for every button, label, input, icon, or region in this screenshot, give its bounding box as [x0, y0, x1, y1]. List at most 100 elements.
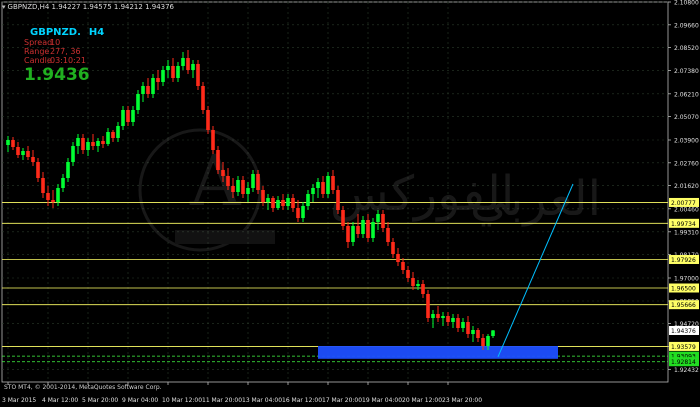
- candle-body: [131, 110, 135, 122]
- price-tick-label: 1.99310: [674, 229, 699, 236]
- chart-menu-arrow-icon[interactable]: ▾: [2, 3, 6, 11]
- time-tick-label: 19 Mar 04:00: [362, 397, 402, 404]
- spread-value: 10: [50, 38, 61, 47]
- candle-body: [356, 226, 360, 234]
- candle-body: [461, 322, 465, 328]
- price-tick-label: 2.09660: [674, 22, 699, 29]
- candle-body: [451, 318, 455, 322]
- candle-body: [241, 180, 245, 194]
- candle-body: [466, 322, 470, 334]
- candle-body: [116, 126, 120, 138]
- svg-text:ﺍﻟﻌﺮﺑﻲ: ﺍﻟﻌﺮﺑﻲ: [470, 171, 601, 227]
- candle-body: [301, 206, 305, 218]
- candle-body: [141, 86, 145, 94]
- range-info: Range277, 36: [24, 47, 81, 56]
- candle-body: [21, 151, 25, 155]
- candle-body: [276, 200, 280, 208]
- candle-body: [431, 314, 435, 318]
- candle-body: [476, 330, 480, 338]
- candle-body: [26, 151, 30, 157]
- candle-body: [221, 170, 225, 176]
- candle-body: [336, 190, 340, 210]
- candle-body: [361, 220, 365, 234]
- candle-body: [11, 140, 15, 147]
- candle-body: [171, 66, 175, 78]
- candle-body: [146, 86, 150, 94]
- candle-body: [196, 64, 200, 86]
- chart-title-text: GBPNZD,H4 1.94227 1.94575 1.94212 1.9437…: [7, 3, 175, 11]
- time-tick-label: 4 Mar 12:00: [42, 397, 78, 404]
- level-price-label: 1.97926: [671, 257, 696, 264]
- candle-body: [16, 147, 20, 155]
- candle-value: 03:10:21: [50, 56, 86, 65]
- candle-body: [226, 176, 230, 186]
- candle-body: [371, 222, 375, 238]
- price-tick-label: 2.03900: [674, 138, 699, 145]
- time-tick-label: 17 Mar 20:00: [322, 397, 362, 404]
- candle-body: [66, 162, 70, 178]
- price-tick-label: 2.06210: [674, 91, 699, 98]
- candle-body: [106, 132, 110, 144]
- candle-body: [391, 242, 395, 254]
- chart-title: ▾ GBPNZD,H4 1.94227 1.94575 1.94212 1.943…: [2, 2, 174, 12]
- candle-body: [426, 294, 430, 318]
- price-chart[interactable]: A ﺍﻟﻔﻮﺭﻛﺲ ﺍﻟﻌﺮﺑﻲ 2.108002.096602.085202.…: [0, 0, 700, 407]
- spread-label: Spread: [24, 38, 53, 47]
- price-tick-label: 1.97000: [674, 276, 699, 283]
- candle-body: [486, 336, 490, 346]
- candle-body: [446, 316, 450, 322]
- candle-body: [491, 330, 495, 336]
- copyright-text: STO MT4, © 2001-2014, MetaQuotes Softwar…: [4, 384, 162, 391]
- candle-body: [186, 58, 190, 70]
- svg-text:A: A: [189, 140, 242, 222]
- candle-body: [121, 110, 125, 126]
- candle-body: [321, 182, 325, 194]
- candle-body: [441, 316, 445, 318]
- candle-body: [256, 174, 260, 190]
- candle-body: [91, 142, 95, 146]
- candle-body: [406, 270, 410, 278]
- level-price-label: 2.00777: [671, 200, 696, 207]
- candle-body: [286, 198, 290, 206]
- candle-body: [41, 178, 45, 193]
- candle-body: [181, 58, 185, 66]
- candle-body: [246, 188, 250, 194]
- watermark-logo: A ﺍﻟﻔﻮﺭﻛﺲ ﺍﻟﻌﺮﺑﻲ: [138, 128, 601, 252]
- candle-body: [456, 318, 460, 328]
- candle-body: [291, 198, 295, 208]
- candle-body: [386, 228, 390, 242]
- time-tick-label: 13 Mar 04:00: [242, 397, 282, 404]
- candle-body: [366, 220, 370, 238]
- candle-body: [331, 176, 335, 190]
- candle-body: [351, 226, 355, 242]
- chart-window[interactable]: A ﺍﻟﻔﻮﺭﻛﺲ ﺍﻟﻌﺮﺑﻲ 2.10800 2.09660 2.08520 2.…: [0, 0, 700, 407]
- candle-body: [296, 208, 300, 218]
- candle-body: [176, 66, 180, 78]
- timeframe-label: H4: [88, 27, 105, 38]
- spread-info: Spread10: [24, 38, 60, 47]
- symbol-label: GBPNZD. H4: [30, 27, 104, 38]
- candle-body: [436, 314, 440, 318]
- candle-body: [376, 214, 380, 222]
- support-zone[interactable]: [318, 346, 558, 359]
- time-tick-label: 11 Mar 20:00: [202, 397, 242, 404]
- candle-body: [306, 194, 310, 206]
- candle-body: [471, 330, 475, 334]
- price-tick-label: 2.02760: [674, 160, 699, 167]
- candle-body: [96, 141, 100, 146]
- price-axis[interactable]: 2.10800 2.09660 2.08520 2.07380 2.06210 2.050…: [668, 0, 699, 374]
- candle-body: [31, 157, 35, 162]
- price-tick-label: 2.01620: [674, 183, 699, 190]
- support-zone-box: [318, 346, 558, 359]
- candle-body: [271, 198, 275, 208]
- candle-body: [36, 162, 40, 178]
- range-value: 277, 36: [50, 47, 81, 56]
- level-price-label: 1.99734: [671, 221, 696, 228]
- candle-body: [86, 142, 90, 150]
- candle-body: [216, 150, 220, 170]
- candle-body: [136, 94, 140, 110]
- current-price-big: 1.9436: [24, 65, 90, 85]
- candle-body: [71, 146, 75, 162]
- candle-body: [51, 200, 55, 202]
- candle-body: [206, 110, 210, 130]
